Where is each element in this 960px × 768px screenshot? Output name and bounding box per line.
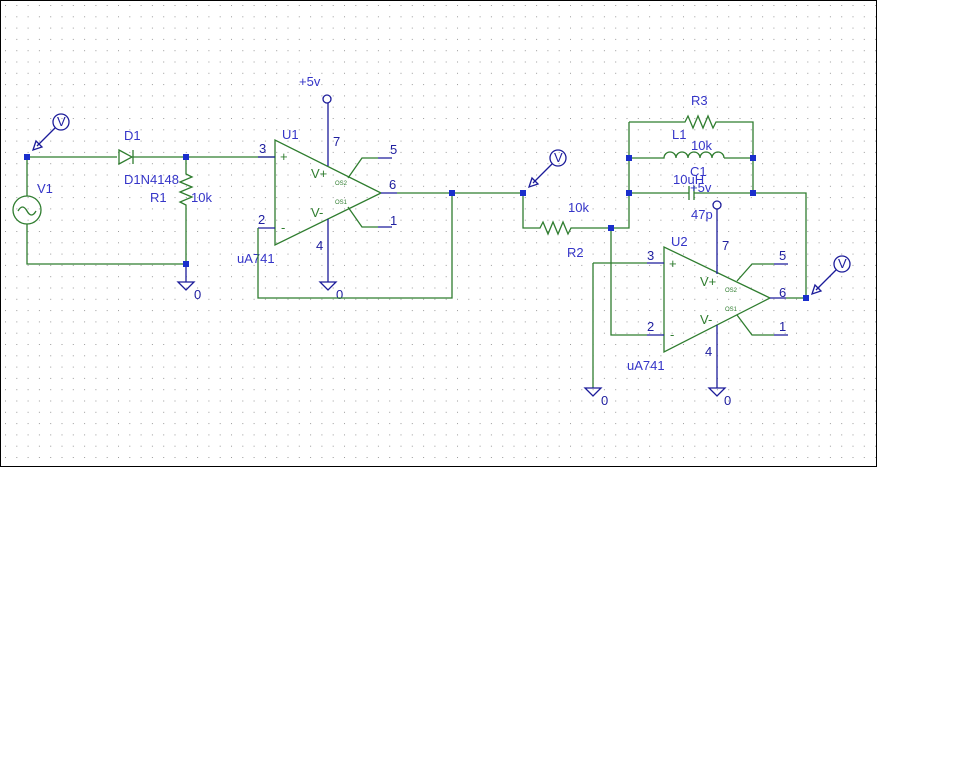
label: 1 [390,213,397,228]
label: 7 [722,238,729,253]
l1-label: L1 [672,127,686,142]
schematic-canvas[interactable]: V1 V D1 D1N4148 R1 10k 0 +5v U1 uA741 + … [0,0,960,768]
d1-label: D1 [124,128,141,143]
u2-label: U2 [671,234,688,249]
r3-label: R3 [691,93,708,108]
label: OS2 [335,181,348,187]
u2-model: uA741 [627,358,665,373]
label: 2 [647,319,654,334]
label: 0 [336,287,343,302]
label: OS2 [725,288,738,294]
schematic-page [0,0,877,467]
label: V- [311,205,323,220]
label: 5 [390,142,397,157]
r1-label: R1 [150,190,167,205]
label: 4 [316,238,323,253]
u1-model: uA741 [237,251,275,266]
r3-value: 10k [691,138,712,153]
label: 5 [779,248,786,263]
label: 0 [724,393,731,408]
label: V+ [700,274,716,289]
label: OS1 [335,200,348,206]
label: V+ [311,166,327,181]
c1-value: 47p [691,207,713,222]
label: + [669,256,677,271]
u1-supply-label: +5v [299,74,321,89]
label: V [838,256,847,271]
label: 4 [705,344,712,359]
label: OS1 [725,307,738,313]
label: - [281,220,285,235]
label: 0 [194,287,201,302]
label: 1 [779,319,786,334]
label: V- [700,312,712,327]
label: - [670,327,674,342]
r1-value: 10k [191,190,212,205]
d1-model: D1N4148 [124,172,179,187]
label: 3 [259,141,266,156]
u2-supply-label: +5v [690,180,712,195]
r2-value: 10k [568,200,589,215]
probe-label: V [57,114,66,129]
u1-label: U1 [282,127,299,142]
v1-label: V1 [37,181,53,196]
label: + [280,149,288,164]
label: 6 [389,177,396,192]
c1-label: C1 [690,164,707,179]
label: 7 [333,134,340,149]
label: 2 [258,212,265,227]
r2-label: R2 [567,245,584,260]
label: 0 [601,393,608,408]
label: V [554,150,563,165]
label: 3 [647,248,654,263]
label: 6 [779,285,786,300]
